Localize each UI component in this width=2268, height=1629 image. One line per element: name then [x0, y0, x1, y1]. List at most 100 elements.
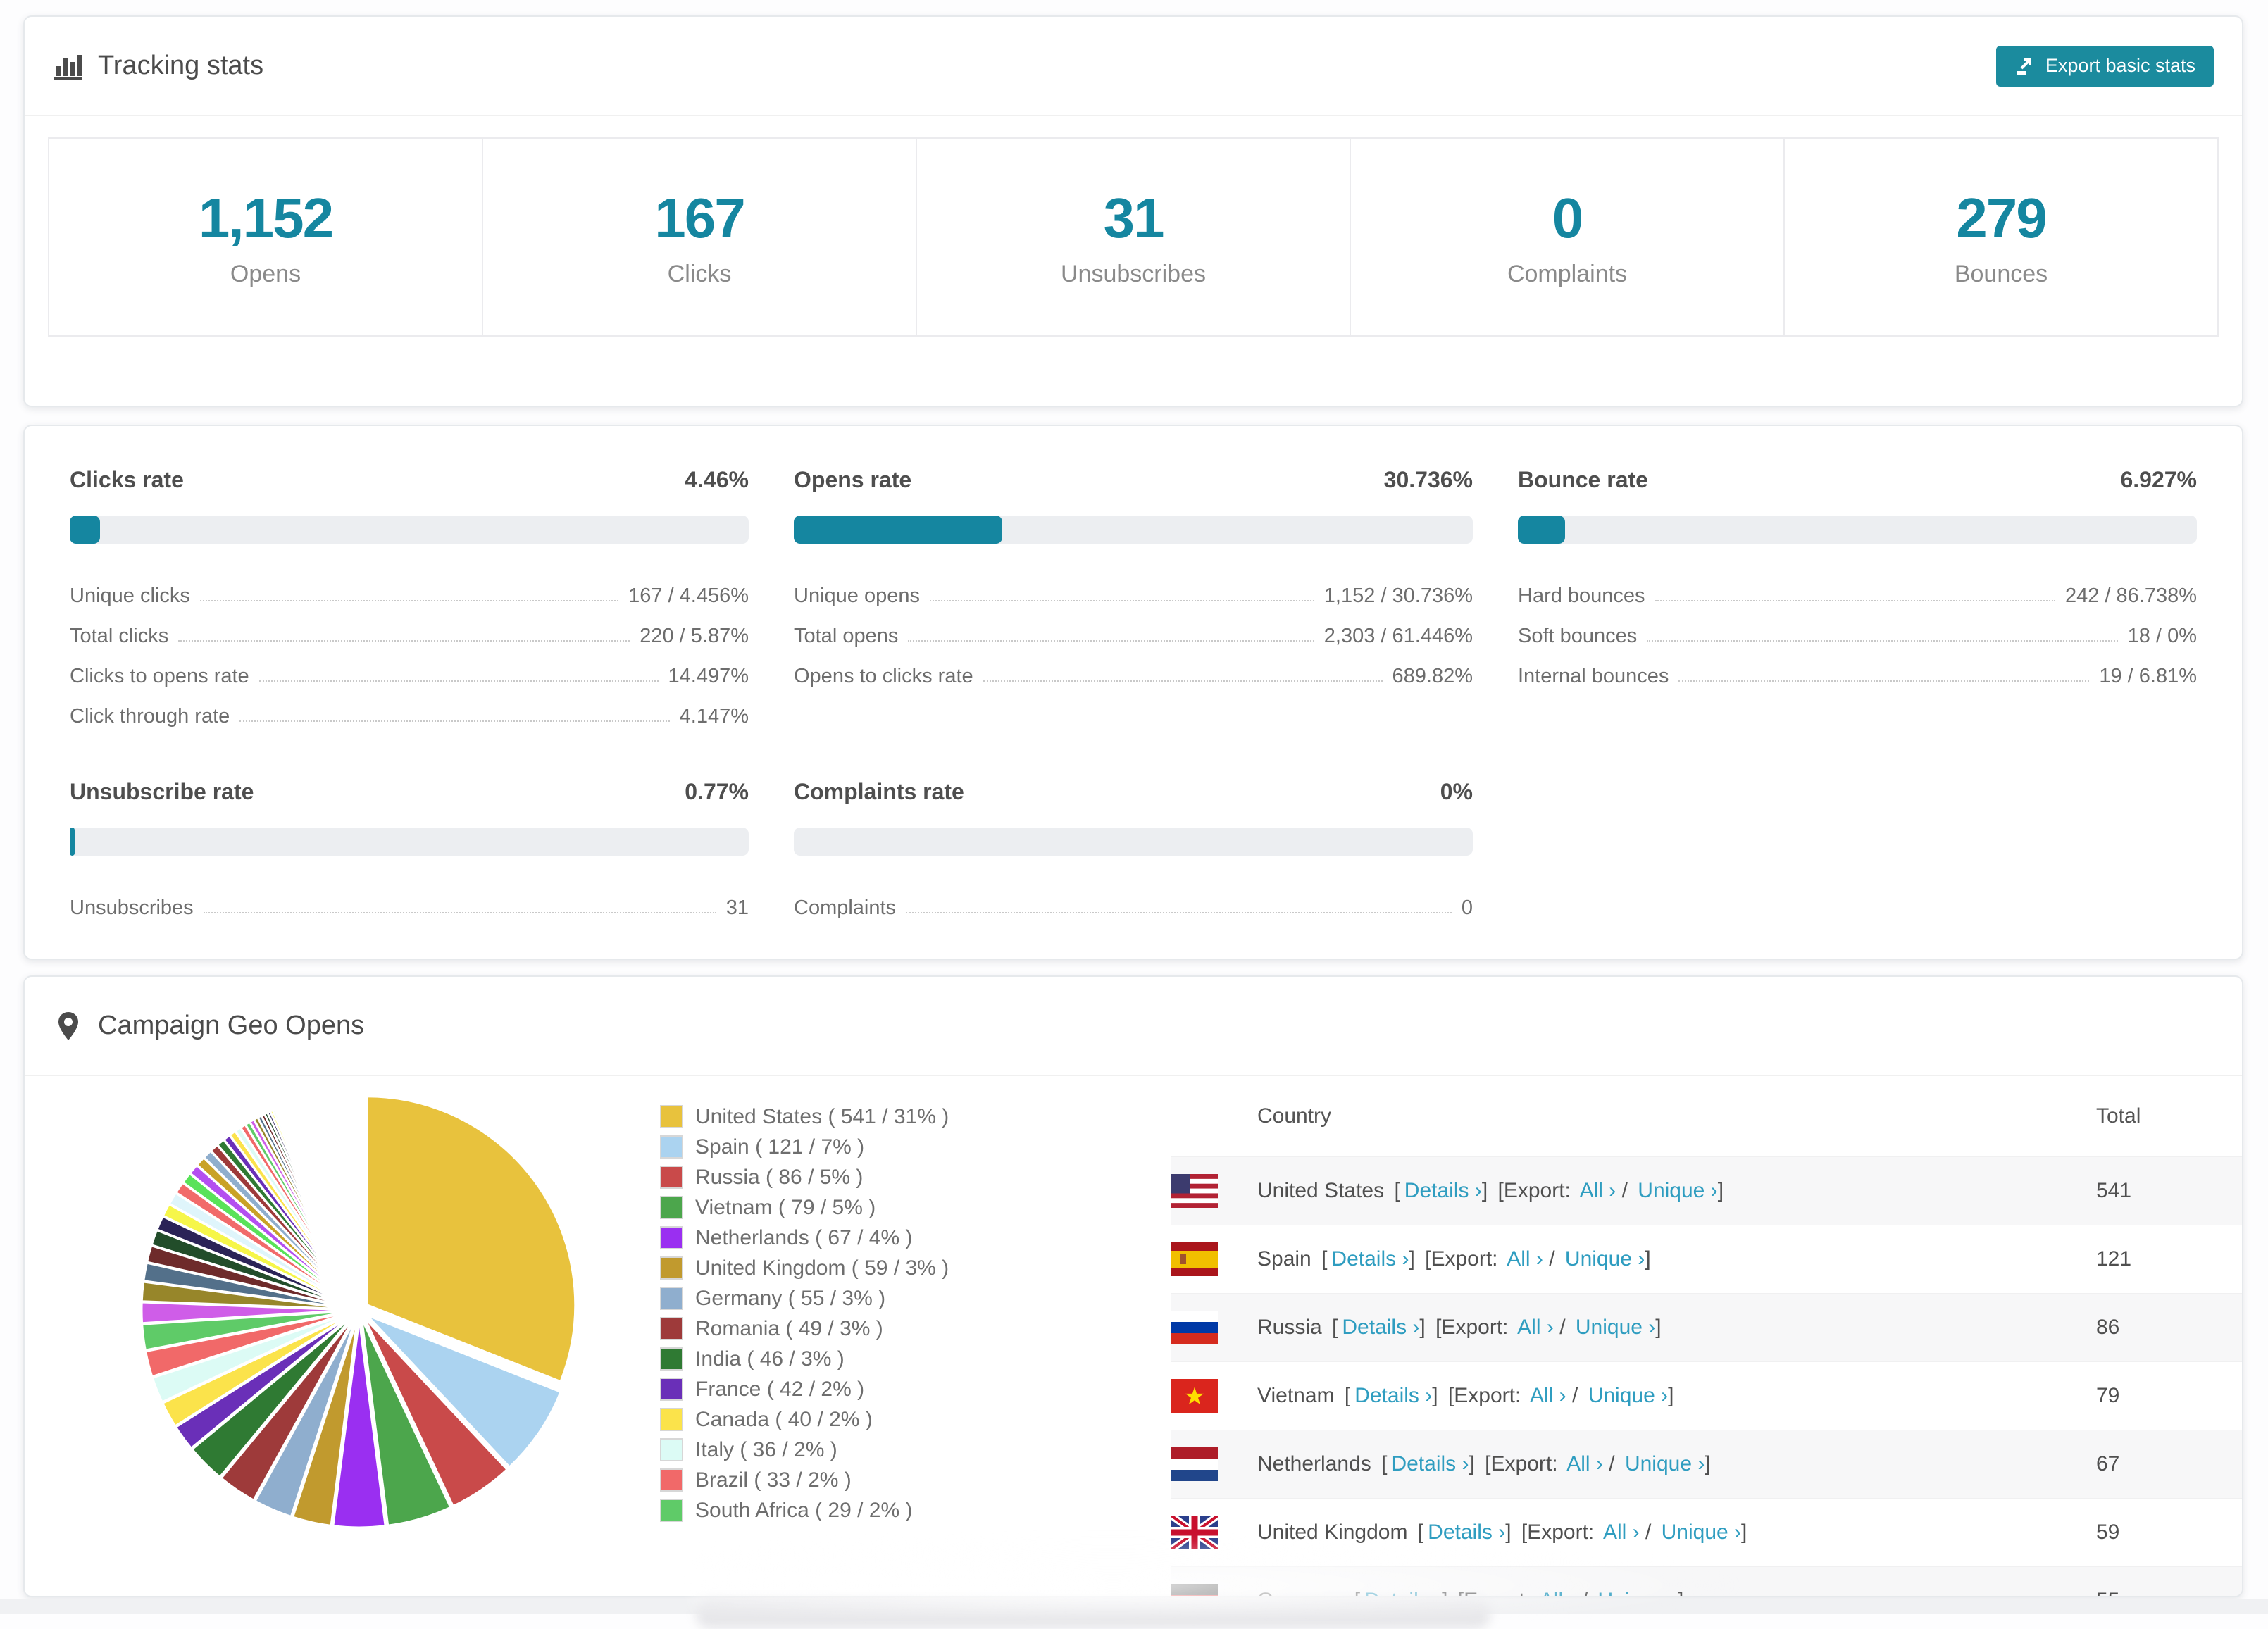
export-unique-link[interactable]: Unique › [1598, 1589, 1678, 1596]
flag-vn-icon: ★ [1171, 1379, 1218, 1413]
stat-label: Unique opens [794, 585, 920, 607]
legend-item: India ( 46 / 3% ) [660, 1344, 949, 1374]
progress-bar [794, 516, 1473, 544]
geo-title-row: Campaign Geo Opens [53, 1011, 364, 1042]
rates-card: Clicks rate 4.46% Unique clicks 167 / 4.… [23, 425, 2243, 960]
geo-pie-chart [141, 1095, 577, 1528]
stat-value: 689.82% [1392, 665, 1473, 687]
dotted-leader [983, 680, 1383, 682]
country-cell: Vietnam [Details ›] [Export: All › / Uni… [1257, 1384, 1674, 1407]
flag-es-icon [1171, 1242, 1218, 1276]
export-unique-link[interactable]: Unique › [1588, 1384, 1668, 1407]
country-cell: Spain [Details ›] [Export: All › / Uniqu… [1257, 1247, 1651, 1271]
stat-value: 14.497% [668, 665, 749, 687]
summary-cell: 167 Clicks [483, 139, 917, 335]
details-link[interactable]: Details › [1391, 1452, 1469, 1475]
country-name: United Kingdom [1257, 1521, 1408, 1544]
rate-title: Complaints rate [794, 779, 964, 804]
table-row: Germany [Details ›] [Export: All › / Uni… [1171, 1566, 2242, 1596]
legend-item: United Kingdom ( 59 / 3% ) [660, 1253, 949, 1283]
legend-item: Brazil ( 33 / 2% ) [660, 1465, 949, 1495]
flag-ru-icon [1171, 1311, 1218, 1344]
dotted-leader [1655, 600, 2055, 601]
legend-swatch [660, 1166, 683, 1189]
export-all-link[interactable]: All › [1517, 1316, 1554, 1339]
details-link[interactable]: Details › [1342, 1316, 1419, 1339]
pie-legend: United States ( 541 / 31% ) Spain ( 121 … [660, 1101, 949, 1525]
export-all-link[interactable]: All › [1566, 1452, 1603, 1475]
dotted-leader [1647, 640, 2118, 642]
rate-value: 30.736% [1383, 467, 1473, 492]
stat-label: Unique clicks [70, 585, 190, 607]
details-link[interactable]: Details › [1331, 1247, 1409, 1271]
dotted-leader [199, 600, 619, 601]
legend-item: Germany ( 55 / 3% ) [660, 1283, 949, 1313]
summary-value: 1,152 [198, 187, 334, 249]
legend-swatch [660, 1105, 683, 1128]
legend-item: South Africa ( 29 / 2% ) [660, 1495, 949, 1525]
summary-value: 167 [654, 187, 745, 249]
legend-item: Romania ( 49 / 3% ) [660, 1313, 949, 1344]
flag-de-icon [1171, 1584, 1218, 1596]
export-unique-link[interactable]: Unique › [1638, 1179, 1717, 1202]
export-all-link[interactable]: All › [1530, 1384, 1566, 1407]
tracking-stats-title-row: Tracking stats [53, 51, 263, 82]
legend-item: Russia ( 86 / 5% ) [660, 1162, 949, 1192]
stat-row: Soft bounces 18 / 0% [1518, 608, 2197, 648]
table-row: United States [Details ›] [Export: All ›… [1171, 1156, 2242, 1225]
export-all-link[interactable]: All › [1507, 1247, 1543, 1271]
stat-value: 19 / 6.81% [2099, 665, 2197, 687]
legend-label: Vietnam ( 79 / 5% ) [695, 1195, 876, 1219]
details-link[interactable]: Details › [1404, 1179, 1482, 1202]
export-unique-link[interactable]: Unique › [1662, 1521, 1741, 1544]
details-link[interactable]: Details › [1364, 1589, 1442, 1596]
stat-value: 242 / 86.738% [2064, 585, 2197, 607]
export-unique-link[interactable]: Unique › [1565, 1247, 1645, 1271]
legend-label: South Africa ( 29 / 2% ) [695, 1498, 913, 1522]
summary-cell: 1,152 Opens [49, 139, 483, 335]
export-unique-link[interactable]: Unique › [1625, 1452, 1705, 1475]
tracking-stats-header: Tracking stats Export basic stats [25, 17, 2242, 116]
table-row: United Kingdom [Details ›] [Export: All … [1171, 1498, 2242, 1566]
legend-item: Vietnam ( 79 / 5% ) [660, 1192, 949, 1223]
progress-bar [794, 828, 1473, 856]
summary-label: Opens [230, 261, 301, 287]
row-total: 59 [2096, 1521, 2120, 1544]
legend-label: Russia ( 86 / 5% ) [695, 1165, 864, 1189]
summary-label: Clicks [667, 261, 732, 287]
summary-value: 279 [1956, 187, 2047, 249]
export-all-link[interactable]: All › [1603, 1521, 1640, 1544]
legend-swatch [660, 1378, 683, 1401]
stat-value: 220 / 5.87% [640, 625, 749, 647]
legend-label: France ( 42 / 2% ) [695, 1377, 865, 1401]
stat-row: Internal bounces 19 / 6.81% [1518, 648, 2197, 688]
row-total: 67 [2096, 1452, 2120, 1475]
progress-fill [1518, 516, 1565, 544]
summary-strip: 1,152 Opens 167 Clicks 31 Unsubscribes 0 Co… [48, 137, 2219, 337]
legend-item: Spain ( 121 / 7% ) [660, 1132, 949, 1162]
summary-label: Unsubscribes [1061, 261, 1206, 287]
summary-label: Bounces [1954, 261, 2048, 287]
stat-label: Internal bounces [1518, 665, 1669, 687]
rate-value: 6.927% [2120, 467, 2197, 492]
export-all-link[interactable]: All › [1580, 1179, 1616, 1202]
rates-grid: Clicks rate 4.46% Unique clicks 167 / 4.… [25, 426, 2242, 961]
stat-label: Click through rate [70, 705, 230, 728]
table-row: Spain [Details ›] [Export: All › / Uniqu… [1171, 1225, 2242, 1293]
details-link[interactable]: Details › [1354, 1384, 1432, 1407]
rate-value: 0% [1440, 779, 1473, 804]
flag-gb-icon [1171, 1516, 1218, 1549]
legend-item: France ( 42 / 2% ) [660, 1374, 949, 1404]
legend-label: United States ( 541 / 31% ) [695, 1104, 949, 1128]
country-name: Vietnam [1257, 1384, 1335, 1407]
export-unique-link[interactable]: Unique › [1576, 1316, 1655, 1339]
flag-us-icon [1171, 1174, 1218, 1208]
export-basic-stats-button[interactable]: Export basic stats [1995, 45, 2214, 87]
stat-label: Total clicks [70, 625, 169, 647]
stat-label: Unsubscribes [70, 897, 194, 919]
details-link[interactable]: Details › [1428, 1521, 1505, 1544]
export-button-label: Export basic stats [2045, 55, 2195, 76]
export-all-link[interactable]: All › [1540, 1589, 1576, 1596]
country-cell: Netherlands [Details ›] [Export: All › /… [1257, 1452, 1711, 1475]
geo-header: Campaign Geo Opens [25, 977, 2242, 1076]
